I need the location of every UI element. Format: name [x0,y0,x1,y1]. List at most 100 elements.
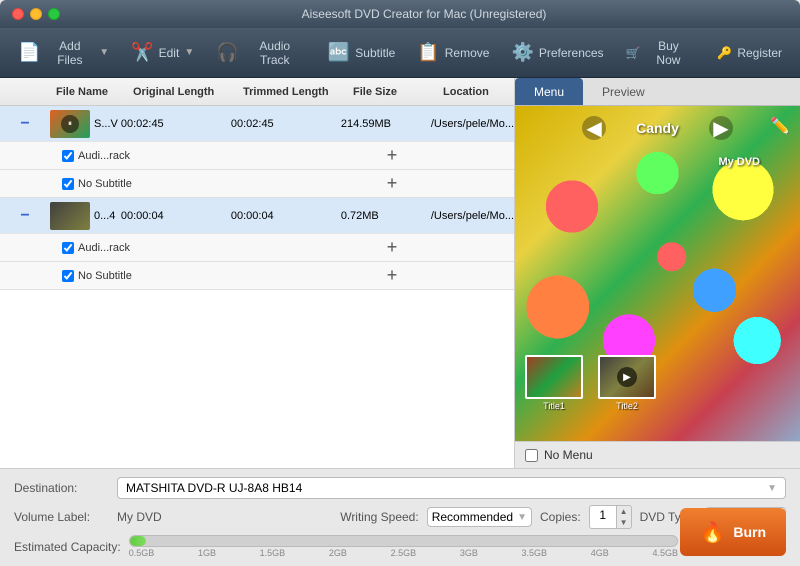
maximize-button[interactable] [48,8,60,20]
main-content: File Name Original Length Trimmed Length… [0,78,800,468]
file2-thumb: 0...4 [50,202,121,230]
titlebar: Aiseesoft DVD Creator for Mac (Unregiste… [0,0,800,28]
burn-button[interactable]: 🔥 Burn [680,508,786,556]
preview-title-text: Candy [636,120,679,136]
options-row: Volume Label: My DVD Writing Speed: Reco… [14,505,786,529]
title1-thumbnail-box[interactable] [525,355,583,399]
file2-audio-checkbox[interactable] [62,242,74,254]
no-menu-label: No Menu [544,448,593,462]
file2-trimmed-length: 00:00:04 [231,210,341,222]
file2-subtitle-add-button[interactable]: + [347,265,437,286]
tab-preview[interactable]: Preview [583,78,664,105]
file1-file-size: 214.59MB [341,118,431,130]
col-location: Location [437,86,514,98]
cart-icon: 🛒 [626,46,641,60]
prev-arrow[interactable]: ◀ [582,116,606,140]
file1-subtitle-add-button[interactable]: + [347,173,437,194]
destination-dropdown[interactable]: MATSHITA DVD-R UJ-8A8 HB14 ▼ [117,477,786,499]
table-row: − ⏸ S...V 00:02:45 00:02:45 214.59MB /Us… [0,106,514,142]
volume-label-label: Volume Label: [14,510,109,524]
traffic-lights [12,8,60,20]
preview-nav: ◀ Candy ▶ [515,116,800,140]
preview-area: ◀ Candy ▶ ✏️ My DVD Title1 ▶ Title2 [515,106,800,441]
file1-name: S...V [94,118,118,130]
key-icon: 🔑 [717,46,732,60]
play-icon: ▶ [617,367,637,387]
toolbar: 📄 Add Files ▼ ✂️ Edit ▼ 🎧 Audio Track 🔤 … [0,28,800,78]
add-files-icon: 📄 [18,42,40,63]
copies-down[interactable]: ▼ [617,517,631,528]
capacity-row: Estimated Capacity: 0.5GB 1GB 1.5GB 2GB … [14,535,786,558]
remove-file2-button[interactable]: − [0,207,50,225]
list-item: No Subtitle + [0,262,514,290]
file2-subtitle-label: No Subtitle [78,270,132,282]
file1-trimmed-length: 00:02:45 [231,118,341,130]
register-label: Register [737,46,782,60]
remove-icon: 📋 [417,42,439,63]
minimize-button[interactable] [30,8,42,20]
file1-original-length: 00:02:45 [121,118,231,130]
tick-4gb: 4GB [591,548,609,558]
file1-subtitle-row: No Subtitle [50,178,347,190]
file1-subtitle-checkbox[interactable] [62,178,74,190]
copies-value[interactable]: 1 [589,505,617,529]
file-panel: File Name Original Length Trimmed Length… [0,78,515,468]
copies-arrows[interactable]: ▲ ▼ [617,505,632,529]
add-files-label: Add Files [45,39,94,67]
copies-up[interactable]: ▲ [617,506,631,517]
no-menu-checkbox[interactable] [525,449,538,462]
remove-label: Remove [445,46,490,60]
tab-menu[interactable]: Menu [515,78,583,105]
tick-1gb: 1GB [198,548,216,558]
edit-button[interactable]: ✂️ Edit ▼ [123,37,202,68]
copies-label: Copies: [540,510,581,524]
destination-label: Destination: [14,481,109,495]
add-files-chevron: ▼ [99,47,109,58]
window-title: Aiseesoft DVD Creator for Mac (Unregiste… [60,7,788,21]
writing-speed-dropdown[interactable]: Recommended ▼ [427,507,532,527]
destination-row: Destination: MATSHITA DVD-R UJ-8A8 HB14 … [14,477,786,499]
title-thumbnails: Title1 ▶ Title2 [525,355,656,411]
add-files-button[interactable]: 📄 Add Files ▼ [10,34,117,72]
subtitle-button[interactable]: 🔤 Subtitle [320,37,403,68]
bottom-bar: Destination: MATSHITA DVD-R UJ-8A8 HB14 … [0,468,800,566]
writing-speed-value: Recommended [432,510,513,524]
audio-icon: 🎧 [216,42,238,63]
file2-audio-add-button[interactable]: + [347,237,437,258]
writing-speed-chevron: ▼ [517,512,527,523]
file1-thumbnail: ⏸ [50,110,90,138]
capacity-bar [130,536,146,546]
register-button[interactable]: 🔑 Register [709,41,790,65]
next-arrow[interactable]: ▶ [709,116,733,140]
file1-audio-add-button[interactable]: + [347,145,437,166]
estimated-capacity-label: Estimated Capacity: [14,540,121,554]
subtitle-icon: 🔤 [328,42,350,63]
title1-label: Title1 [543,401,565,411]
tick-4.5gb: 4.5GB [652,548,678,558]
no-menu-row: No Menu [515,441,800,468]
audio-track-button[interactable]: 🎧 Audio Track [208,34,314,72]
subtitle-label: Subtitle [355,46,395,60]
file2-subtitle-row: No Subtitle [50,270,347,282]
dvd-label-text: My DVD [718,156,760,168]
preferences-button[interactable]: ⚙️ Preferences [503,37,611,68]
copies-stepper: 1 ▲ ▼ [589,505,632,529]
file2-location: /Users/pele/Mo... [431,210,514,222]
preview-tabs: Menu Preview [515,78,800,106]
title1-thumb: Title1 [525,355,583,411]
title2-label: Title2 [616,401,638,411]
file1-audio-checkbox[interactable] [62,150,74,162]
close-button[interactable] [12,8,24,20]
capacity-ticks: 0.5GB 1GB 1.5GB 2GB 2.5GB 3GB 3.5GB 4GB … [129,548,678,558]
remove-file1-button[interactable]: − [0,115,50,133]
remove-button[interactable]: 📋 Remove [409,37,497,68]
col-file-name: File Name [50,86,127,98]
edit-chevron: ▼ [184,47,194,58]
buy-now-button[interactable]: 🛒 Buy Now [618,34,700,72]
edit-label: Edit [159,46,180,60]
title2-thumbnail-box[interactable]: ▶ [598,355,656,399]
file2-subtitle-checkbox[interactable] [62,270,74,282]
list-item: Audi...rack + [0,142,514,170]
buy-now-label: Buy Now [646,39,692,67]
file2-thumbnail [50,202,90,230]
